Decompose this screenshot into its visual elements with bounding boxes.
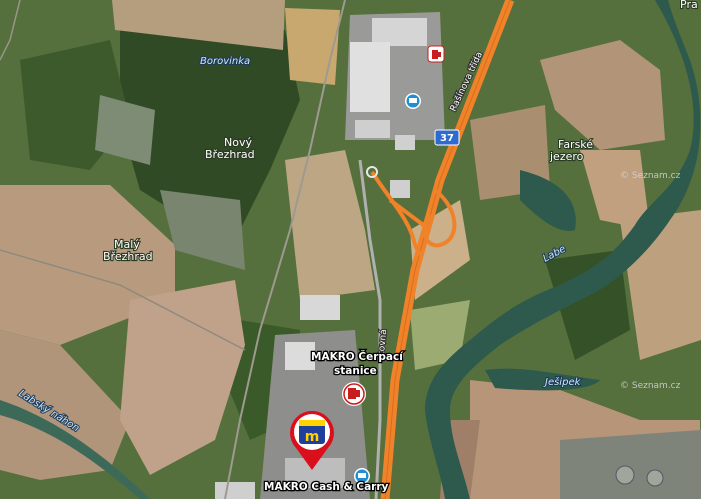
building-2 bbox=[350, 42, 390, 112]
label-borovinka: Borovinka bbox=[200, 56, 250, 67]
field-stripe bbox=[285, 8, 340, 85]
building-3 bbox=[355, 120, 390, 138]
label-farske-jezero-line2: jezero bbox=[549, 150, 584, 163]
label-makro-fuel-line2[interactable]: stanice bbox=[333, 364, 378, 379]
tank-1 bbox=[615, 465, 635, 485]
aerial-map[interactable]: 37 Borovinka Nový Březhrad Malý Březhrad… bbox=[0, 0, 701, 499]
fuel-icon-north[interactable] bbox=[427, 45, 445, 63]
building-1 bbox=[372, 18, 427, 46]
label-makro-cash-carry[interactable]: MAKRO Cash & Carry bbox=[263, 480, 390, 495]
building-4 bbox=[395, 135, 415, 150]
label-pra-partial: Pra bbox=[680, 0, 698, 11]
map-view[interactable]: 37 Borovinka Nový Březhrad Malý Březhrad… bbox=[0, 0, 701, 499]
label-makro-fuel-line1[interactable]: MAKRO Čerpací bbox=[310, 349, 406, 365]
shopping-icon-north[interactable] bbox=[405, 93, 421, 109]
label-jesipek: Ješipek bbox=[543, 376, 582, 388]
road-number-label: 37 bbox=[440, 133, 454, 144]
fuel-poi-marker[interactable] bbox=[342, 382, 366, 406]
watermark-1: © Seznam.cz bbox=[620, 171, 681, 181]
industrial-zone bbox=[560, 430, 701, 499]
tank-2 bbox=[646, 469, 664, 487]
road-number-badge: 37 bbox=[434, 129, 460, 146]
label-maly-brezhrad-line2: Březhrad bbox=[103, 250, 153, 263]
watermark-2: © Seznam.cz bbox=[620, 381, 681, 391]
building-5 bbox=[390, 180, 410, 198]
building-7 bbox=[215, 482, 255, 499]
building-6 bbox=[300, 295, 340, 320]
label-novy-brezhrad-line2: Březhrad bbox=[205, 148, 255, 161]
makro-m-icon: m bbox=[305, 429, 320, 445]
